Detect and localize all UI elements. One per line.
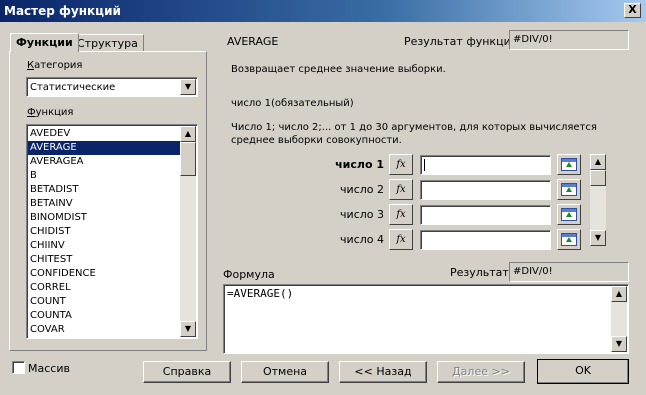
argument-input-1[interactable] — [420, 155, 551, 175]
formula-result-value-box: #DIV/0! — [509, 262, 629, 282]
function-list-label: Функция — [27, 107, 74, 118]
tab-structure-label: Структура — [77, 37, 138, 50]
function-result-value: #DIV/0! — [513, 34, 553, 45]
list-item[interactable]: CONFIDENCE — [28, 267, 180, 281]
scroll-up-button[interactable]: ▲ — [180, 126, 196, 142]
list-item[interactable]: B — [28, 169, 180, 183]
list-item[interactable]: COUNT — [28, 295, 180, 309]
function-list-items: AVEDEV AVERAGE AVERAGEA B BETADIST BETAI… — [28, 127, 180, 337]
chevron-down-icon: ▼ — [615, 339, 623, 348]
arrow-up-icon — [566, 212, 572, 217]
arguments-scrollbar[interactable]: ▲ ▼ — [590, 154, 606, 246]
fx-button-2[interactable]: fx — [389, 179, 413, 200]
category-value: Статистические — [30, 82, 116, 93]
fx-icon: fx — [396, 184, 406, 195]
argument-description-line1: Число 1; число 2;... от 1 до 30 аргумент… — [231, 122, 597, 133]
formula-editor[interactable]: =AVERAGE() ▲ ▼ — [223, 284, 629, 354]
shrink-button-3[interactable] — [557, 204, 581, 225]
function-result-label: Результат функции — [404, 35, 518, 48]
scroll-down-button[interactable]: ▼ — [180, 321, 196, 337]
list-item[interactable]: CHITEST — [28, 253, 180, 267]
formula-result-value: #DIV/0! — [513, 266, 553, 277]
list-item-selected[interactable]: AVERAGE — [28, 141, 180, 155]
list-item[interactable]: AVERAGEA — [28, 155, 180, 169]
title-bar: Мастер функций X — [0, 0, 646, 22]
fx-button-3[interactable]: fx — [389, 204, 413, 225]
help-button[interactable]: Справка — [143, 361, 231, 383]
formula-label: Формула — [223, 268, 275, 281]
chevron-down-icon: ▼ — [594, 233, 602, 242]
argument-input-4[interactable] — [420, 230, 551, 250]
function-description: Возвращает среднее значение выборки. — [231, 64, 446, 75]
argument-input-3[interactable] — [420, 205, 551, 225]
help-button-label: Справка — [162, 365, 212, 378]
fx-icon: fx — [396, 159, 406, 170]
close-button[interactable]: X — [624, 3, 641, 18]
formula-result-label: Результат — [450, 266, 509, 279]
list-item[interactable]: AVEDEV — [28, 127, 180, 141]
arrow-up-icon — [566, 237, 572, 242]
shrink-button-4[interactable] — [557, 229, 581, 250]
argument-input-2[interactable] — [420, 180, 551, 200]
ok-button[interactable]: OK — [537, 359, 629, 384]
back-button-label: << Назад — [354, 365, 412, 378]
list-item[interactable]: CHIINV — [28, 239, 180, 253]
formula-scrollbar[interactable]: ▲ ▼ — [611, 286, 627, 352]
scroll-up-button[interactable]: ▲ — [590, 154, 606, 170]
function-name: AVERAGE — [227, 35, 279, 48]
back-button[interactable]: << Назад — [339, 361, 427, 383]
list-item[interactable]: BETADIST — [28, 183, 180, 197]
ok-button-label: OK — [575, 364, 591, 377]
arrow-up-icon — [566, 162, 572, 167]
tab-functions[interactable]: Функции — [10, 33, 79, 52]
function-list-scrollbar[interactable]: ▲ ▼ — [180, 126, 196, 337]
array-checkbox[interactable] — [12, 361, 25, 374]
argument-label-1: число 1 — [335, 158, 384, 171]
function-result-value-box: #DIV/0! — [509, 30, 629, 50]
array-checkbox-label: Массив — [28, 362, 70, 375]
argument-label-2: число 2 — [340, 183, 384, 196]
function-listbox[interactable]: AVEDEV AVERAGE AVERAGEA B BETADIST BETAI… — [26, 124, 198, 339]
scroll-thumb[interactable] — [590, 170, 606, 186]
scroll-down-button[interactable]: ▼ — [590, 230, 606, 246]
argument-title: число 1(обязательный) — [231, 98, 354, 109]
tab-functions-label: Функции — [16, 36, 73, 49]
fx-icon: fx — [396, 234, 406, 245]
chevron-up-icon: ▲ — [594, 157, 602, 166]
list-item[interactable]: CORREL — [28, 281, 180, 295]
list-item[interactable]: BINOMDIST — [28, 211, 180, 225]
list-item[interactable]: BETAINV — [28, 197, 180, 211]
list-item[interactable]: CHIDIST — [28, 225, 180, 239]
scroll-thumb[interactable] — [180, 142, 196, 176]
argument-label-4: число 4 — [340, 233, 384, 246]
next-button[interactable]: Далее >> — [437, 361, 525, 383]
chevron-up-icon: ▲ — [615, 289, 623, 298]
fx-button-4[interactable]: fx — [389, 229, 413, 250]
shrink-button-2[interactable] — [557, 179, 581, 200]
chevron-down-icon: ▼ — [184, 82, 192, 91]
tab-structure[interactable]: Структура — [71, 34, 144, 51]
list-item[interactable]: COVAR — [28, 323, 180, 337]
list-item[interactable]: COUNTA — [28, 309, 180, 323]
category-label: Категория — [27, 60, 83, 71]
category-dropdown-button[interactable]: ▼ — [180, 79, 196, 95]
category-select[interactable]: Статистические ▼ — [26, 77, 198, 97]
arrow-up-icon — [566, 187, 572, 192]
chevron-up-icon: ▲ — [184, 129, 192, 138]
cancel-button[interactable]: Отмена — [241, 361, 329, 383]
shrink-button-1[interactable] — [557, 154, 581, 175]
fx-button-1[interactable]: fx — [389, 154, 413, 175]
argument-description-line2: среднее выборки совокупности. — [231, 135, 402, 146]
cancel-button-label: Отмена — [262, 365, 308, 378]
scroll-down-button[interactable]: ▼ — [611, 336, 627, 352]
next-button-label: Далее >> — [452, 365, 510, 378]
formula-text: =AVERAGE() — [227, 287, 294, 300]
fx-icon: fx — [396, 209, 406, 220]
text-caret — [424, 159, 425, 171]
chevron-down-icon: ▼ — [184, 324, 192, 333]
argument-label-3: число 3 — [340, 208, 384, 221]
scroll-up-button[interactable]: ▲ — [611, 286, 627, 302]
window-title: Мастер функций — [4, 4, 121, 18]
